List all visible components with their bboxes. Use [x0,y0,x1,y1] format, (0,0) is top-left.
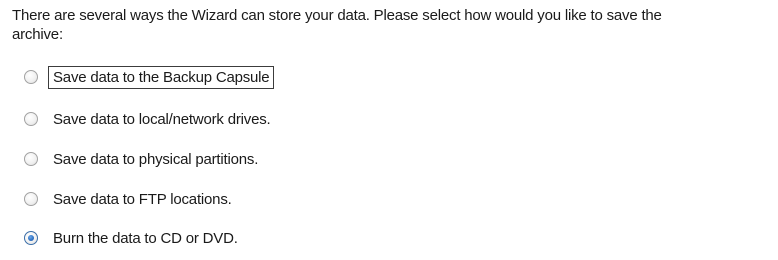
save-destination-panel: There are several ways the Wizard can st… [0,0,778,260]
radio-button-icon[interactable] [24,70,38,84]
option-ftp-locations[interactable]: Save data to FTP locations. [24,186,237,212]
option-backup-capsule[interactable]: Save data to the Backup Capsule [24,64,275,90]
option-label: Save data to local/network drives. [53,110,271,128]
radio-button-icon[interactable] [24,152,38,166]
radio-button-icon[interactable] [24,192,38,206]
instruction-text: There are several ways the Wizard can st… [12,7,662,43]
option-label: Save data to physical partitions. [53,150,259,168]
option-local-network-drives[interactable]: Save data to local/network drives. [24,106,275,132]
radio-button-icon[interactable] [24,112,38,126]
option-burn-cd-dvd[interactable]: Burn the data to CD or DVD. [24,225,243,251]
option-physical-partitions[interactable]: Save data to physical partitions. [24,146,263,172]
radio-button-icon[interactable] [24,231,38,245]
option-label: Burn the data to CD or DVD. [53,229,238,247]
option-label: Save data to the Backup Capsule [48,65,275,89]
option-label: Save data to FTP locations. [53,190,232,208]
